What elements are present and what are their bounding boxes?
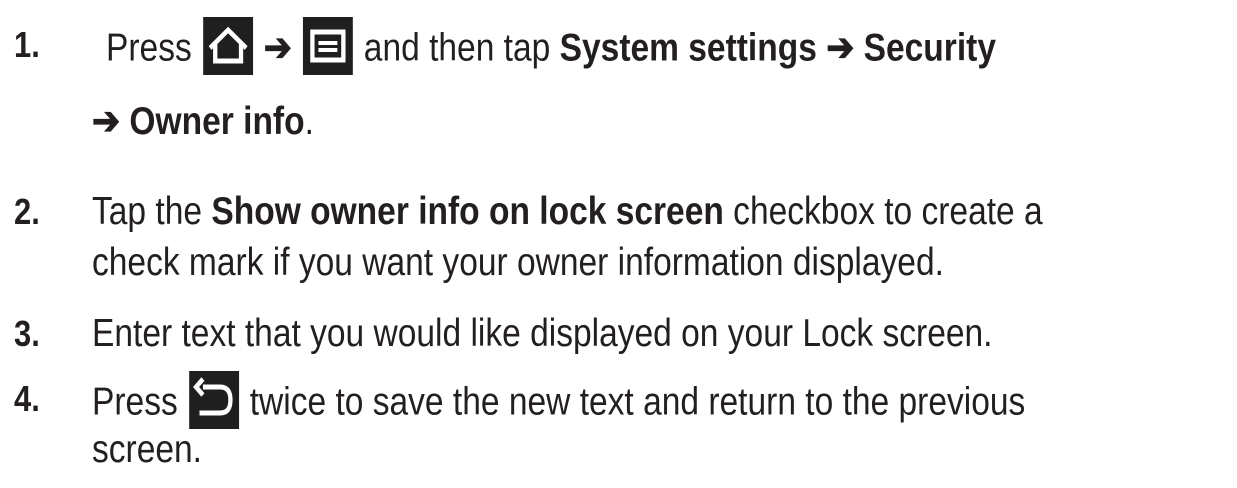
step-2-line-1: Tap the Show owner info on lock screen c…: [92, 188, 1043, 236]
step-2-pre-text: Tap the: [92, 190, 203, 233]
step-4-line-2: screen.: [92, 428, 202, 471]
system-settings-label: System settings: [559, 26, 817, 70]
show-owner-info-label: Show owner info on lock screen: [211, 190, 724, 233]
step-1-period: .: [304, 100, 314, 143]
step-number-4: 4.: [14, 378, 40, 419]
home-icon: [202, 17, 253, 75]
step-1-line-2: ➔ Owner info.: [92, 98, 314, 146]
step-2-post-text: checkbox to create a: [733, 190, 1043, 233]
step-number-1: 1.: [14, 24, 40, 65]
step-number-2: 2.: [14, 191, 40, 232]
step-3-line-1: Enter text that you would like displayed…: [92, 312, 993, 355]
step-4-press-text: Press: [92, 380, 178, 424]
owner-info-label: Owner info: [129, 100, 305, 143]
step-2-line-2: check mark if you want your owner inform…: [92, 241, 944, 284]
back-icon: [188, 371, 239, 429]
menu-icon: [302, 17, 353, 75]
arrow-1: ➔: [263, 26, 292, 70]
step-1-press-text: Press: [106, 26, 192, 70]
step-number-3: 3.: [14, 313, 40, 354]
instruction-steps: 1. Press ➔ and then tap System settings …: [0, 0, 1237, 488]
arrow-2: ➔: [826, 26, 855, 70]
step-4-line-1: Press twice to save the new text and ret…: [92, 371, 1026, 433]
step-4-post-text: twice to save the new text and return to…: [249, 380, 1026, 424]
step-1-mid-text: and then tap: [363, 26, 551, 70]
step-1-line-1: Press ➔ and then tap System settings ➔ S…: [106, 17, 996, 79]
security-label: Security: [863, 26, 996, 70]
arrow-3: ➔: [92, 100, 121, 143]
